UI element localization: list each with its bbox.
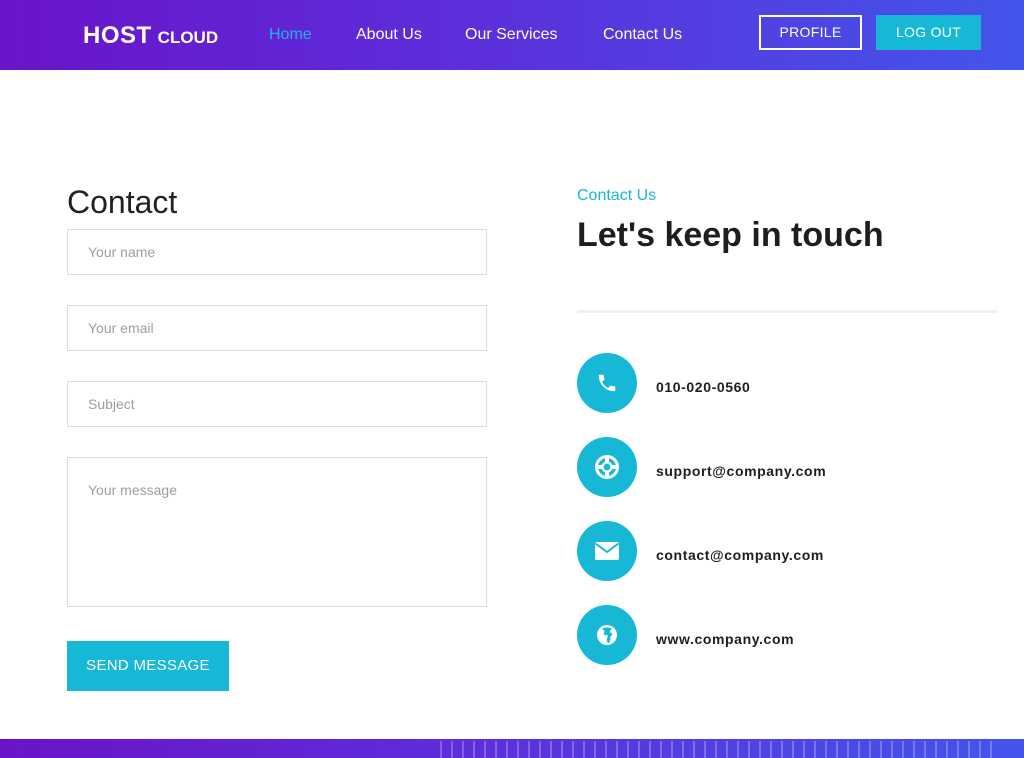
lifebuoy-icon (577, 437, 637, 497)
contact-form-title: Contact (67, 184, 178, 220)
subject-input[interactable] (67, 381, 487, 427)
nav-link-contact[interactable]: Contact Us (603, 26, 682, 46)
section-divider (577, 310, 997, 313)
phone-icon (577, 353, 637, 413)
contact-phone-text: 010-020-0560 (656, 379, 751, 395)
envelope-icon (577, 521, 637, 581)
section-eyebrow: Contact Us (577, 187, 657, 204)
message-textarea[interactable] (67, 457, 487, 607)
nav-link-home[interactable]: Home (269, 26, 312, 46)
logo-main-text: HOST (83, 22, 152, 49)
contact-email-text: contact@company.com (656, 547, 824, 563)
send-message-button[interactable]: SEND MESSAGE (67, 641, 229, 691)
contact-support-email-text: support@company.com (656, 463, 827, 479)
site-logo[interactable]: HOST CLOUD (83, 22, 218, 50)
footer-strip (0, 739, 1024, 758)
globe-icon (577, 605, 637, 665)
logo-sub-text: CLOUD (157, 28, 219, 47)
email-input[interactable] (67, 305, 487, 351)
name-input[interactable] (67, 229, 487, 275)
logout-button[interactable]: LOG OUT (876, 15, 981, 50)
nav-link-about[interactable]: About Us (356, 26, 422, 46)
contact-website-text: www.company.com (656, 631, 795, 647)
footer-pattern (440, 741, 1000, 758)
profile-button[interactable]: PROFILE (759, 15, 862, 50)
top-navbar: HOST CLOUD Home About Us Our Services Con… (0, 0, 1024, 70)
section-headline: Let's keep in touch (577, 216, 884, 254)
nav-link-services[interactable]: Our Services (465, 26, 557, 46)
